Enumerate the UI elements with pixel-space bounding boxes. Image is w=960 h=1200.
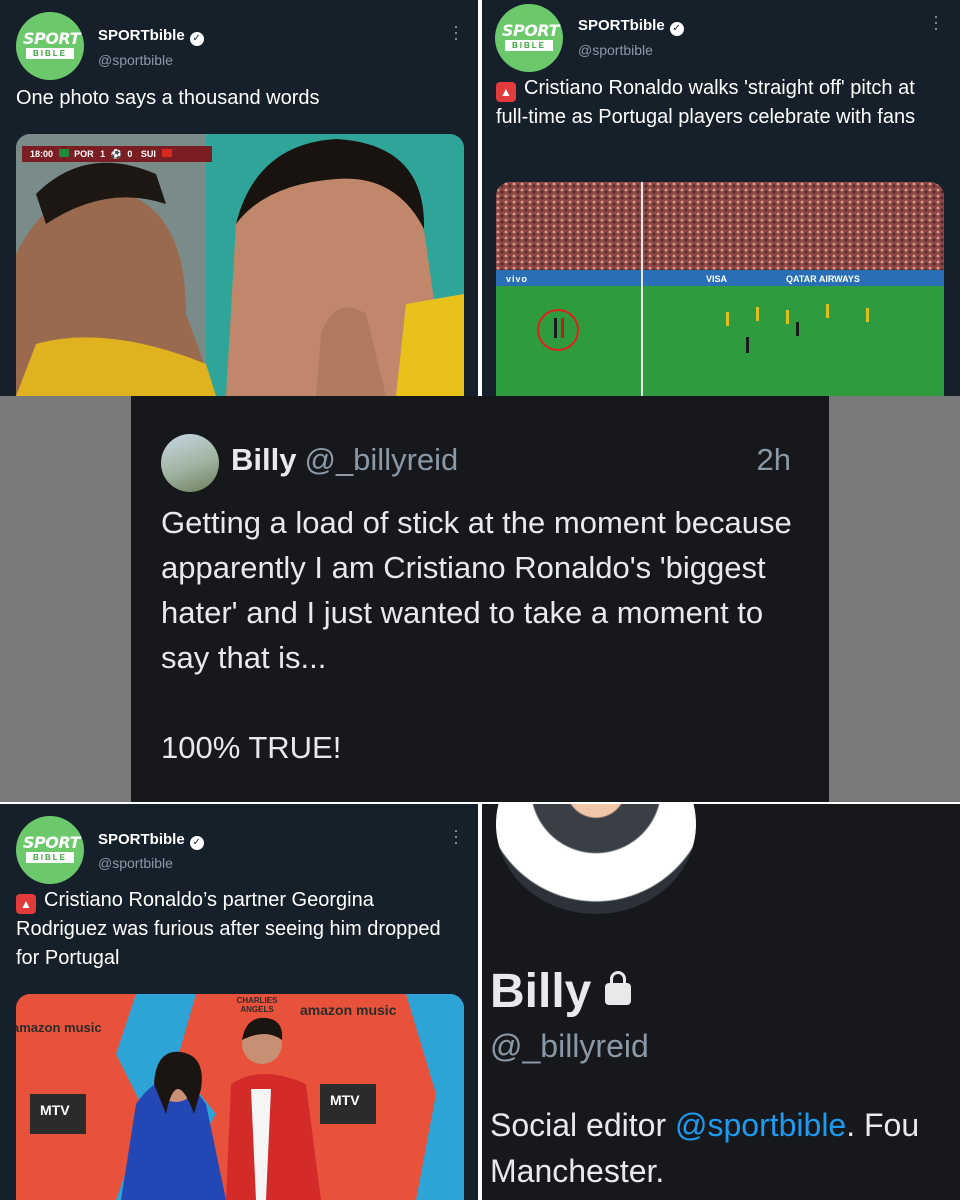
ronaldo-bench-photo	[16, 134, 464, 396]
ad-board-visa: VISA	[706, 274, 728, 284]
billy-tweet-card[interactable]: Billy @_billyreid 2h Getting a load of st…	[131, 396, 829, 802]
ad-board-vivo: vivo	[506, 274, 529, 284]
quote-tweet-panel: Billy @_billyreid 2h Getting a load of st…	[0, 396, 960, 802]
billy-name-line[interactable]: Billy @_billyreid	[231, 442, 458, 478]
siren-icon: ▲	[496, 82, 516, 102]
lock-icon	[605, 971, 632, 1005]
siren-icon: ▲	[16, 894, 36, 914]
profile-avatar[interactable]	[496, 804, 696, 914]
tweet-timestamp[interactable]: 2h	[757, 442, 791, 478]
account-name[interactable]: SPORTbible ✓	[578, 17, 684, 36]
bio-mention-link[interactable]: @sportbible	[675, 1107, 846, 1143]
profile-name: Billy	[490, 964, 632, 1019]
tweet-photo[interactable]: vivo VISA QATAR AIRWAYS	[496, 182, 944, 396]
more-options-icon[interactable]: ···	[926, 14, 947, 32]
tweet-card-2[interactable]: SPORT BIBLE SPORTbible ✓ @sportbible ··· …	[482, 0, 960, 396]
billy-profile-card: Billy @_billyreid Social editor @sportbi…	[482, 804, 960, 1200]
tweet-text: One photo says a thousand words	[16, 87, 320, 109]
ad-board-qatar: QATAR AIRWAYS	[786, 274, 860, 284]
scoreboard: 18:00 POR 1 ⚽ 0 SUI	[24, 147, 208, 161]
account-handle[interactable]: @sportbible	[98, 855, 173, 871]
verified-icon: ✓	[669, 22, 684, 36]
sportbible-logo: SPORT BIBLE	[23, 29, 80, 59]
billy-avatar[interactable]	[161, 434, 219, 492]
backdrop-text-mtv-2: MTV	[330, 1092, 360, 1108]
more-options-icon[interactable]: ···	[446, 24, 467, 42]
account-handle[interactable]: @sportbible	[578, 42, 653, 58]
sportbible-avatar[interactable]: SPORT BIBLE	[16, 12, 84, 80]
tweet-photo[interactable]: 18:00 POR 1 ⚽ 0 SUI	[16, 134, 464, 396]
backdrop-text-mtv: MTV	[40, 1102, 70, 1118]
account-name[interactable]: SPORTbible ✓	[98, 27, 204, 46]
more-options-icon[interactable]: ···	[446, 828, 467, 846]
tweet-card-3[interactable]: SPORT BIBLE SPORTbible ✓ @sportbible ··· …	[0, 804, 478, 1200]
account-name[interactable]: SPORTbible ✓	[98, 831, 204, 850]
backdrop-text-amazon-2: amazon music	[300, 1002, 397, 1018]
sportbible-avatar[interactable]: SPORT BIBLE	[495, 4, 563, 72]
sportbible-logo: SPORT BIBLE	[502, 21, 559, 51]
account-handle[interactable]: @sportbible	[98, 52, 173, 68]
profile-bio: Social editor @sportbible. Fou Mancheste…	[490, 1107, 920, 1189]
tweet-text: ▲ Cristiano Ronaldo’s partner Georgina Ro…	[16, 889, 441, 969]
stadium-pitch-photo	[496, 182, 944, 396]
profile-handle: @_billyreid	[490, 1028, 649, 1064]
tweet-photo[interactable]: amazon music amazon music CHARLIES ANGEL…	[16, 994, 464, 1200]
backdrop-text-amazon: amazon music	[16, 1020, 102, 1035]
verified-icon: ✓	[189, 32, 204, 46]
sportbible-avatar[interactable]: SPORT BIBLE	[16, 816, 84, 884]
tweet-text: ▲ Cristiano Ronaldo walks 'straight off' …	[496, 77, 916, 128]
tweet-card-1[interactable]: SPORT BIBLE SPORTbible ✓ @sportbible ··· …	[0, 0, 478, 396]
sportbible-logo: SPORT BIBLE	[23, 833, 80, 863]
verified-icon: ✓	[189, 836, 204, 850]
billy-tweet-text: Getting a load of stick at the moment be…	[161, 505, 792, 765]
backdrop-text-charlies: CHARLIES ANGELS	[236, 996, 278, 1014]
